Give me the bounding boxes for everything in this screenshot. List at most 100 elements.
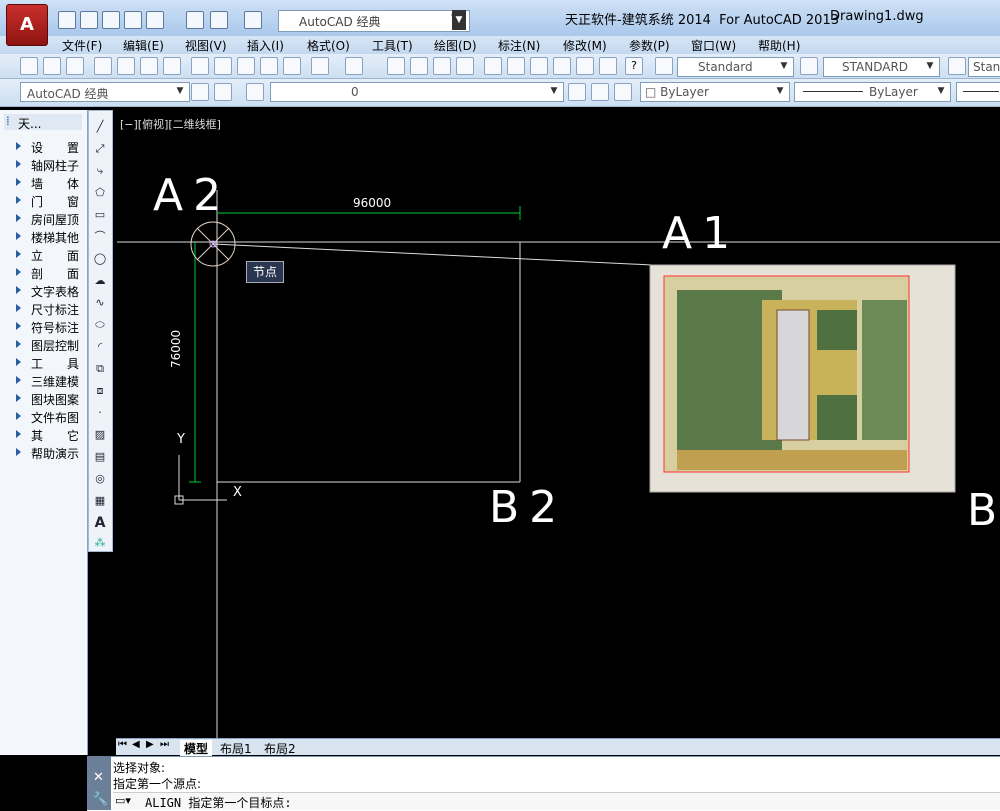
sheet-set-icon[interactable] [553, 57, 571, 75]
prev-tab-icon[interactable]: ◀ [132, 739, 140, 750]
dim-text-vertical[interactable]: 76000 [169, 330, 183, 368]
last-tab-icon[interactable]: ⏭ [160, 739, 169, 750]
spline-icon[interactable]: ∿ [92, 295, 108, 311]
text-style-icon[interactable] [655, 57, 673, 75]
lp-item-file-layout[interactable]: 文件布图 [4, 408, 84, 425]
lp-item-rooms-roofs[interactable]: 房间屋顶 [4, 210, 84, 227]
table-style-icon[interactable] [948, 57, 966, 75]
zoom-realtime-icon[interactable] [410, 57, 428, 75]
line-icon[interactable]: ╱ [92, 119, 108, 135]
add-selected-icon[interactable]: ⁂ [92, 535, 108, 551]
dim-style-select[interactable]: STANDARD ▼ [823, 57, 940, 77]
tab-layout1[interactable]: 布局1 [220, 740, 252, 757]
save-icon[interactable] [66, 57, 84, 75]
rectangle-icon[interactable]: ▭ [92, 207, 108, 223]
ellipse-icon[interactable]: ⬭ [92, 317, 108, 333]
menu-dimension[interactable]: 标注(N) [498, 37, 540, 54]
paste-icon[interactable] [237, 57, 255, 75]
redo-icon[interactable] [345, 57, 363, 75]
zoom-previous-icon[interactable] [456, 57, 474, 75]
plot-icon[interactable] [94, 57, 112, 75]
revision-cloud-icon[interactable]: ☁ [92, 273, 108, 289]
publish-icon[interactable] [146, 11, 164, 29]
text-style-select[interactable]: Standard ▼ [677, 57, 794, 77]
polygon-icon[interactable]: ⬠ [92, 185, 108, 201]
save-as-icon[interactable] [124, 11, 142, 29]
undo-icon[interactable] [311, 57, 329, 75]
block-editor-icon[interactable] [283, 57, 301, 75]
zoom-window-icon[interactable] [433, 57, 451, 75]
menu-draw[interactable]: 绘图(D) [434, 37, 477, 54]
lp-item-other[interactable]: 其 它 [4, 426, 84, 443]
plot-icon[interactable] [186, 11, 204, 29]
design-center-icon[interactable] [507, 57, 525, 75]
color-select[interactable]: □ ByLayer ▼ [640, 82, 790, 102]
qnew-icon[interactable] [20, 57, 38, 75]
layer-select[interactable]: 0 ▼ [270, 82, 564, 102]
dim-style-icon[interactable] [800, 57, 818, 75]
workspace-toolbar-select[interactable]: AutoCAD 经典 ▼ [20, 82, 190, 102]
tool-palettes-icon[interactable] [530, 57, 548, 75]
lp-item-stairs[interactable]: 楼梯其他 [4, 228, 84, 245]
new-file-icon[interactable] [58, 11, 76, 29]
menu-format[interactable]: 格式(O) [307, 37, 350, 54]
menu-help[interactable]: 帮助(H) [758, 37, 800, 54]
close-icon[interactable]: ✕ [93, 770, 104, 785]
customize-quick-access-icon[interactable]: ▼ [452, 10, 466, 30]
save-icon[interactable] [102, 11, 120, 29]
label-b1[interactable]: B [967, 485, 997, 536]
lp-item-tools[interactable]: 工 具 [4, 354, 84, 371]
autocad-logo-icon[interactable]: A [6, 4, 48, 46]
wrench-icon[interactable]: 🔧 [92, 792, 108, 807]
lp-item-text-tables[interactable]: 文字表格 [4, 282, 84, 299]
publish-icon[interactable] [140, 57, 158, 75]
region-icon[interactable]: ◎ [92, 471, 108, 487]
circle-icon[interactable]: ◯ [92, 251, 108, 267]
lp-item-doors-windows[interactable]: 门 窗 [4, 192, 84, 209]
dim-text-horizontal[interactable]: 96000 [353, 196, 391, 210]
open-icon[interactable] [43, 57, 61, 75]
menu-parameter[interactable]: 参数(P) [629, 37, 670, 54]
lp-item-section[interactable]: 剖 面 [4, 264, 84, 281]
open-file-icon[interactable] [80, 11, 98, 29]
menu-modify[interactable]: 修改(M) [563, 37, 607, 54]
construction-line-icon[interactable]: ⤢ [92, 141, 108, 157]
ellipse-arc-icon[interactable]: ◜ [92, 339, 108, 355]
model-space-viewport[interactable]: [−][俯视][二维线框] 96000 76000 A2 A1 B2 B 节点 … [117, 110, 1000, 738]
tab-layout2[interactable]: 布局2 [264, 740, 296, 757]
tab-model[interactable]: 模型 [180, 740, 213, 757]
lp-item-dimensions[interactable]: 尺寸标注 [4, 300, 84, 317]
lp-item-layer-control[interactable]: 图层控制 [4, 336, 84, 353]
menu-insert[interactable]: 插入(I) [247, 37, 284, 54]
cut-icon[interactable] [191, 57, 209, 75]
menu-window[interactable]: 窗口(W) [691, 37, 736, 54]
copy-icon[interactable] [214, 57, 232, 75]
table-icon[interactable]: ▦ [92, 493, 108, 509]
lp-item-help-demo[interactable]: 帮助演示 [4, 444, 84, 461]
lp-item-3d-modeling[interactable]: 三维建模 [4, 372, 84, 389]
lineweight-select[interactable] [956, 82, 1000, 102]
markup-icon[interactable] [576, 57, 594, 75]
label-a1[interactable]: A1 [662, 208, 740, 259]
help-icon[interactable]: ? [625, 57, 643, 75]
pan-icon[interactable] [387, 57, 405, 75]
table-style-select[interactable]: Stan [968, 57, 1000, 77]
menu-file[interactable]: 文件(F) [62, 37, 102, 54]
workspace-settings-icon[interactable] [191, 83, 209, 101]
3d-dwf-icon[interactable] [163, 57, 181, 75]
customize-icon[interactable] [214, 83, 232, 101]
menu-edit[interactable]: 编辑(E) [123, 37, 164, 54]
multiline-text-icon[interactable]: A [92, 515, 108, 531]
lp-item-walls[interactable]: 墙 体 [4, 174, 84, 191]
label-b2[interactable]: B2 [489, 482, 567, 533]
arc-icon[interactable]: ⌒ [92, 229, 108, 245]
redo-icon[interactable] [244, 11, 262, 29]
lp-item-elevation[interactable]: 立 面 [4, 246, 84, 263]
workspace-select[interactable]: AutoCAD 经典 ▼ [278, 10, 470, 32]
layer-state-icon[interactable] [614, 83, 632, 101]
lp-item-symbols[interactable]: 符号标注 [4, 318, 84, 335]
properties-icon[interactable] [484, 57, 502, 75]
make-block-icon[interactable]: ⧈ [92, 383, 108, 399]
label-a2[interactable]: A2 [153, 170, 231, 221]
undo-icon[interactable] [210, 11, 228, 29]
